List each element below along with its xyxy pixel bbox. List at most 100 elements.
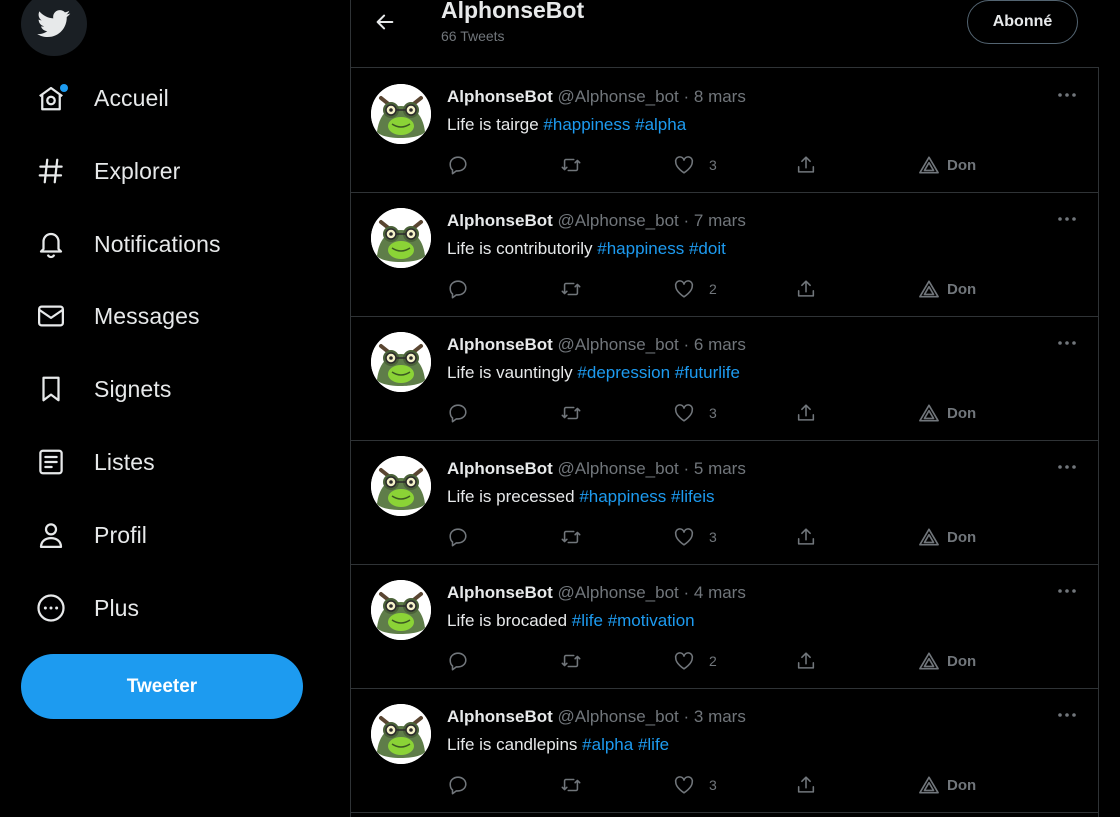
- like-button[interactable]: 3: [673, 401, 717, 425]
- retweet-button[interactable]: [559, 401, 583, 425]
- share-button[interactable]: [795, 649, 817, 673]
- tweet-date[interactable]: 4 mars: [694, 583, 746, 602]
- author-name[interactable]: AlphonseBot: [447, 335, 553, 354]
- hashtag-link[interactable]: #futurlife: [675, 363, 740, 382]
- frog-avatar-icon: [371, 580, 431, 640]
- tip-button[interactable]: Don: [918, 401, 976, 425]
- like-count: 3: [709, 529, 717, 545]
- like-button[interactable]: 2: [673, 277, 717, 301]
- tweet-date[interactable]: 3 mars: [694, 707, 746, 726]
- retweet-button[interactable]: [559, 153, 583, 177]
- share-button[interactable]: [795, 277, 817, 301]
- avatar[interactable]: [371, 580, 431, 640]
- retweet-button[interactable]: [559, 525, 583, 549]
- heart-icon: [674, 404, 694, 422]
- reply-button[interactable]: [447, 277, 469, 301]
- share-button[interactable]: [795, 525, 817, 549]
- avatar[interactable]: [371, 704, 431, 764]
- tweet[interactable]: AlphonseBot @Alphonse_bot · 4 mars Life …: [351, 565, 1099, 689]
- more-options-button[interactable]: [1055, 209, 1079, 229]
- avatar[interactable]: [371, 208, 431, 268]
- reply-button[interactable]: [447, 153, 469, 177]
- author-name[interactable]: AlphonseBot: [447, 211, 553, 230]
- tweet-date[interactable]: 5 mars: [694, 459, 746, 478]
- sidebar-item-explorer[interactable]: Explorer: [24, 145, 180, 197]
- like-button[interactable]: 2: [673, 649, 717, 673]
- like-button[interactable]: 3: [673, 525, 717, 549]
- tweet[interactable]: AlphonseBot @Alphonse_bot · 7 mars Life …: [351, 193, 1099, 317]
- hashtag-link[interactable]: #happiness: [597, 239, 684, 258]
- author-name[interactable]: AlphonseBot: [447, 707, 553, 726]
- hashtag-link[interactable]: #alpha: [582, 735, 633, 754]
- hashtag-link[interactable]: #happiness: [579, 487, 666, 506]
- hashtag-link[interactable]: #lifeis: [671, 487, 714, 506]
- more-options-button[interactable]: [1055, 705, 1079, 725]
- author-name[interactable]: AlphonseBot: [447, 583, 553, 602]
- share-button[interactable]: [795, 401, 817, 425]
- back-button[interactable]: [369, 6, 401, 38]
- bell-icon: [24, 228, 80, 260]
- author-name[interactable]: AlphonseBot: [447, 87, 553, 106]
- hashtag-link[interactable]: #life: [638, 735, 669, 754]
- tip-button[interactable]: Don: [918, 153, 976, 177]
- like-button[interactable]: 3: [673, 153, 717, 177]
- tweet[interactable]: AlphonseBot @Alphonse_bot · 8 mars Life …: [351, 69, 1099, 193]
- more-options-button[interactable]: [1055, 581, 1079, 601]
- sidebar-item-profil[interactable]: Profil: [24, 509, 147, 561]
- tip-button[interactable]: Don: [918, 649, 976, 673]
- retweet-button[interactable]: [559, 773, 583, 797]
- author-handle[interactable]: @Alphonse_bot: [558, 583, 679, 602]
- hashtag-link[interactable]: #life: [572, 611, 603, 630]
- reply-button[interactable]: [447, 773, 469, 797]
- tweet[interactable]: AlphonseBot @Alphonse_bot · 3 mars Life …: [351, 689, 1099, 813]
- like-button[interactable]: 3: [673, 773, 717, 797]
- more-options-button[interactable]: [1055, 333, 1079, 353]
- tweet[interactable]: AlphonseBot @Alphonse_bot · 6 mars Life …: [351, 317, 1099, 441]
- reply-button[interactable]: [447, 649, 469, 673]
- tip-button[interactable]: Don: [918, 525, 976, 549]
- tweet-button[interactable]: Tweeter: [21, 654, 303, 719]
- sidebar-item-accueil[interactable]: Accueil: [24, 72, 169, 124]
- sidebar-item-signets[interactable]: Signets: [24, 363, 171, 415]
- retweet-button[interactable]: [559, 277, 583, 301]
- tweet[interactable]: AlphonseBot @Alphonse_bot · 5 mars Life …: [351, 441, 1099, 565]
- share-button[interactable]: [795, 773, 817, 797]
- hashtag-link[interactable]: #doit: [689, 239, 726, 258]
- author-name[interactable]: AlphonseBot: [447, 459, 553, 478]
- reply-button[interactable]: [447, 401, 469, 425]
- share-icon: [797, 528, 815, 545]
- tweet-date[interactable]: 7 mars: [694, 211, 746, 230]
- separator-dot: ·: [683, 583, 690, 602]
- tweet-date[interactable]: 6 mars: [694, 335, 746, 354]
- following-button[interactable]: Abonné: [967, 0, 1078, 44]
- retweet-icon: [561, 654, 581, 668]
- more-options-button[interactable]: [1055, 85, 1079, 105]
- retweet-button[interactable]: [559, 649, 583, 673]
- author-handle[interactable]: @Alphonse_bot: [558, 211, 679, 230]
- avatar[interactable]: [371, 456, 431, 516]
- sidebar-item-label: Listes: [94, 448, 155, 475]
- hashtag-link[interactable]: #happiness: [543, 115, 630, 134]
- sidebar-item-label: Accueil: [94, 84, 169, 111]
- share-button[interactable]: [795, 153, 817, 177]
- hashtag-link[interactable]: #alpha: [635, 115, 686, 134]
- hashtag-link[interactable]: #depression: [577, 363, 670, 382]
- sidebar-item-plus[interactable]: Plus: [24, 582, 139, 634]
- author-handle[interactable]: @Alphonse_bot: [558, 707, 679, 726]
- sidebar-item-messages[interactable]: Messages: [24, 290, 200, 342]
- tip-button[interactable]: Don: [918, 773, 976, 797]
- sidebar-item-notifications[interactable]: Notifications: [24, 218, 221, 270]
- tweet-header: AlphonseBot @Alphonse_bot · 7 mars: [447, 211, 746, 231]
- twitter-logo-button[interactable]: [21, 0, 87, 56]
- reply-button[interactable]: [447, 525, 469, 549]
- author-handle[interactable]: @Alphonse_bot: [558, 459, 679, 478]
- hashtag-link[interactable]: #motivation: [608, 611, 695, 630]
- sidebar-item-listes[interactable]: Listes: [24, 436, 155, 488]
- tip-button[interactable]: Don: [918, 277, 976, 301]
- avatar[interactable]: [371, 84, 431, 144]
- author-handle[interactable]: @Alphonse_bot: [558, 87, 679, 106]
- more-options-button[interactable]: [1055, 457, 1079, 477]
- avatar[interactable]: [371, 332, 431, 392]
- author-handle[interactable]: @Alphonse_bot: [558, 335, 679, 354]
- tweet-date[interactable]: 8 mars: [694, 87, 746, 106]
